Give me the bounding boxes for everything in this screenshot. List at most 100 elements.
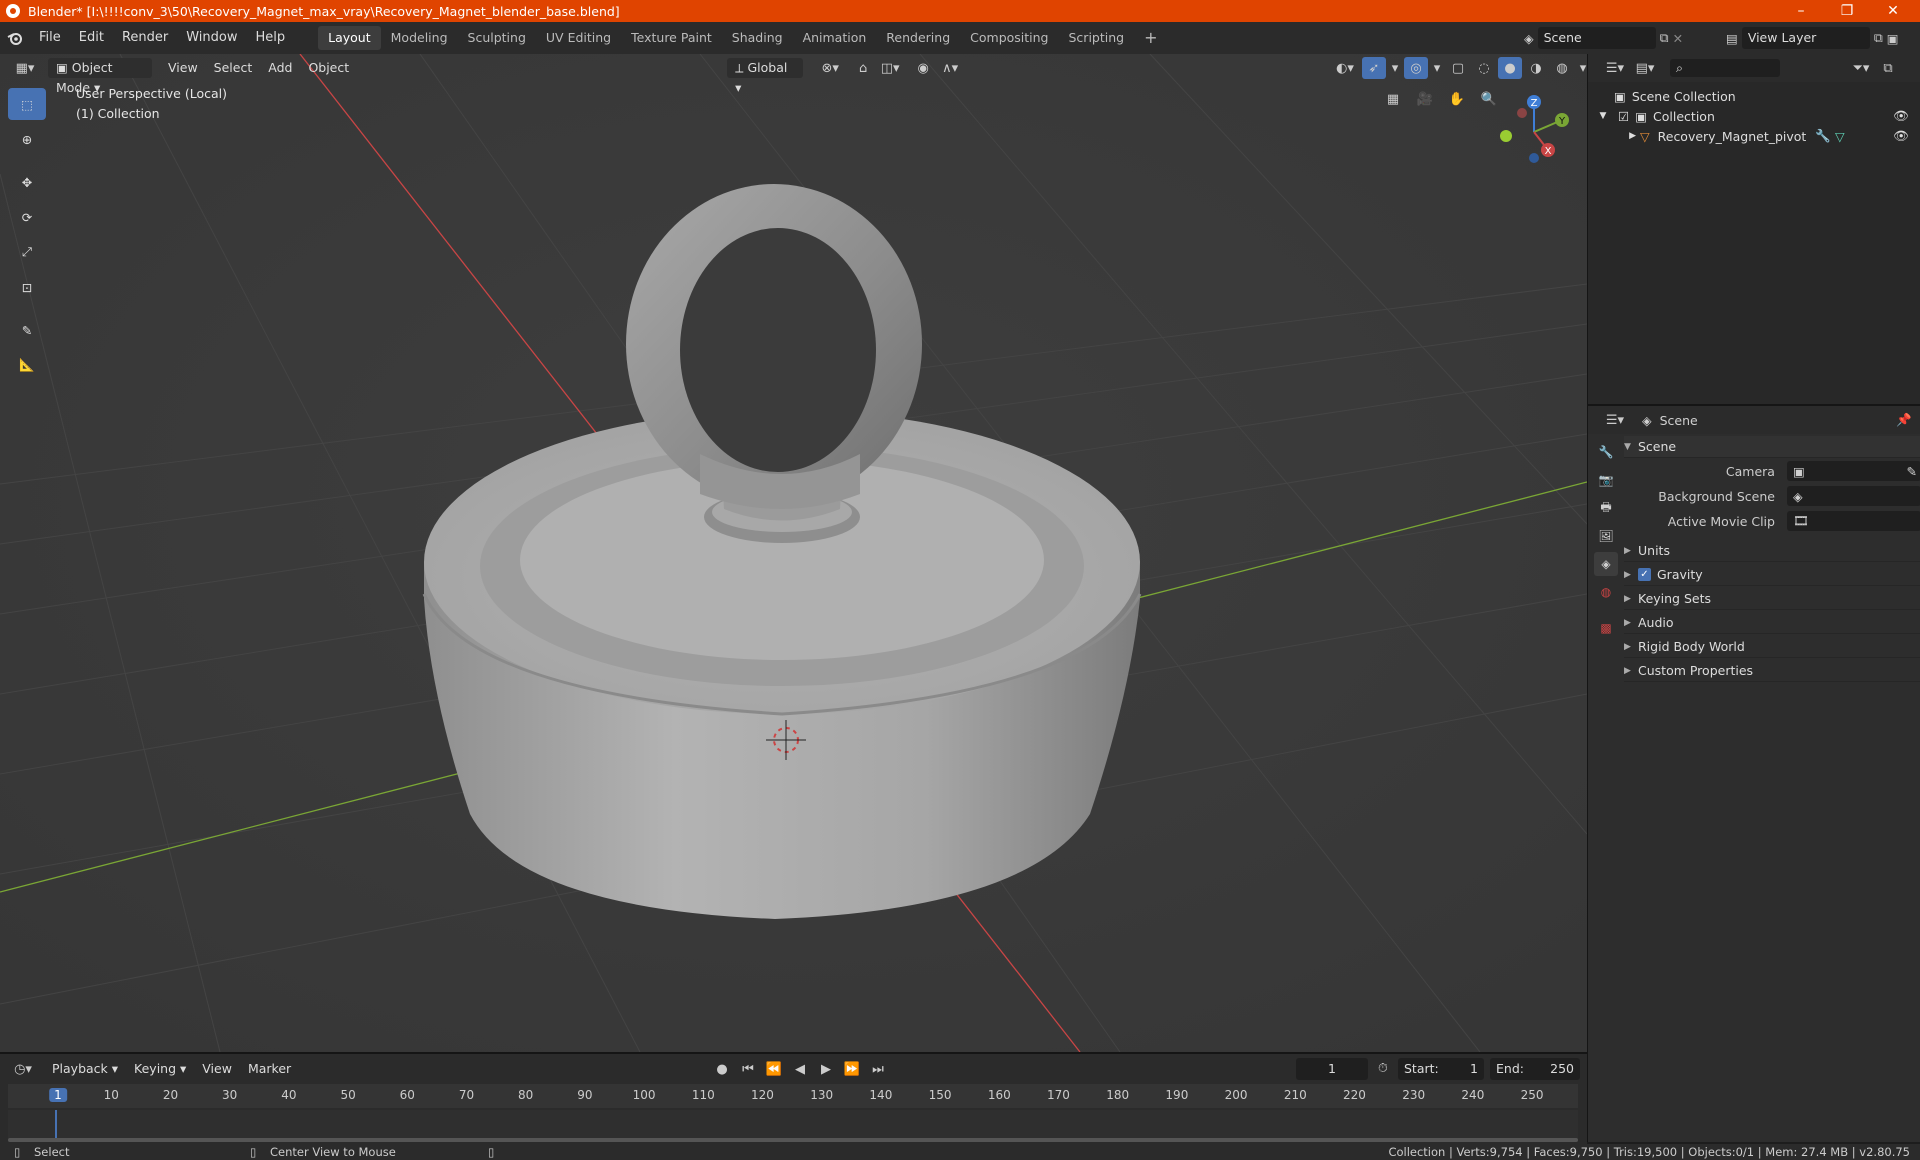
render-tab-icon[interactable]: 📷 — [1594, 468, 1618, 492]
scene-remove-icon[interactable]: ✕ — [1673, 31, 1683, 46]
tool-tab-icon[interactable]: 🔧 — [1594, 440, 1618, 464]
timeline-menu-view[interactable]: View — [194, 1059, 240, 1079]
collapse-arrow-icon[interactable]: ▼ — [1588, 111, 1618, 121]
panel-keying-sets[interactable]: ▶ Keying Sets — [1624, 588, 1920, 610]
tab-rendering[interactable]: Rendering — [876, 26, 960, 50]
panel-gravity[interactable]: ▶ ✓ Gravity — [1624, 564, 1920, 586]
overlays-dropdown-icon[interactable]: ▾ — [1430, 57, 1444, 79]
cursor-tool[interactable]: ⊕ — [8, 123, 46, 155]
timeline-menu-playback[interactable]: Playback ▾ — [44, 1059, 126, 1079]
stopwatch-icon[interactable]: ⏱ — [1378, 1060, 1388, 1076]
wireframe-shading-icon[interactable]: ◌ — [1472, 57, 1496, 79]
snap-target-icon[interactable]: ◫▾ — [875, 57, 905, 79]
annotate-tool[interactable]: ✎ — [8, 314, 46, 346]
tab-animation[interactable]: Animation — [793, 26, 877, 50]
mode-dropdown[interactable]: ▣ Object Mode ▾ — [48, 58, 152, 95]
gizmo-toggle-icon[interactable]: ➶ — [1362, 57, 1386, 79]
new-collection-icon[interactable]: ⧉ — [1876, 57, 1900, 79]
view-layer-field[interactable]: View Layer — [1741, 27, 1870, 49]
camera-icon[interactable]: 🎥 — [1412, 86, 1438, 112]
timeline-menu-marker[interactable]: Marker — [240, 1059, 299, 1079]
rotate-tool[interactable]: ⟳ — [8, 201, 46, 233]
gizmo-dropdown-icon[interactable]: ▾ — [1388, 57, 1402, 79]
visibility-icon[interactable]: ◐▾ — [1330, 57, 1360, 79]
add-workspace-button[interactable]: + — [1134, 26, 1167, 50]
scene-browse-icon[interactable]: ◈ — [1524, 31, 1534, 46]
view-layer-remove-icon[interactable]: ▣ — [1887, 31, 1899, 46]
measure-tool[interactable]: 📐 — [8, 349, 46, 381]
properties-editor-type-icon[interactable]: ☰▾ — [1600, 409, 1630, 431]
active-movie-clip-field[interactable]: 🎞 — [1786, 511, 1920, 531]
outliner-display-mode-icon[interactable]: ▤▾ — [1630, 57, 1660, 79]
frame-ruler[interactable]: 1 10 20 30 40 50 60 70 80 90 100 110 120 130 140 150 160… — [8, 1084, 1578, 1108]
prev-keyframe-icon[interactable]: ⏪ — [762, 1058, 786, 1080]
pin-icon[interactable]: 📌 — [1896, 412, 1912, 428]
transform-orientation-dropdown[interactable]: ⟂ Global ▾ — [727, 58, 804, 95]
outliner-row-object[interactable]: ▶ ▽ Recovery_Magnet_pivot 🔧 ▽ 👁 — [1588, 126, 1920, 146]
proportional-edit-icon[interactable]: ◉ — [911, 57, 935, 79]
record-icon[interactable]: ● — [710, 1058, 734, 1080]
overlays-icon[interactable]: ◎ — [1404, 57, 1428, 79]
modifier-wrench-icon[interactable]: 🔧 — [1815, 128, 1831, 144]
output-tab-icon[interactable]: 🖶 — [1594, 496, 1618, 520]
scene-tab-icon[interactable]: ◈ — [1594, 552, 1618, 576]
view-layer-new-icon[interactable]: ⧉ — [1874, 30, 1883, 46]
background-scene-field[interactable]: ◈ — [1786, 486, 1920, 506]
select-box-tool[interactable]: ⬚ — [8, 88, 46, 120]
object-eye-icon[interactable]: 👁 — [1893, 128, 1909, 144]
scale-tool[interactable]: ⤢ — [8, 236, 46, 268]
tab-sculpting[interactable]: Sculpting — [458, 26, 536, 50]
expand-arrow-icon[interactable]: ▶ — [1588, 131, 1636, 141]
outliner-row-scene-collection[interactable]: ▣ Scene Collection — [1588, 86, 1920, 106]
play-reverse-icon[interactable]: ◀ — [788, 1058, 812, 1080]
eye-icon[interactable]: 👁 — [1893, 108, 1909, 124]
timeline-scrollbar[interactable] — [8, 1138, 1578, 1142]
shading-dropdown-icon[interactable]: ▾ — [1576, 57, 1587, 79]
menu-file[interactable]: File — [30, 26, 70, 50]
pivot-point-icon[interactable]: ⊗▾ — [815, 57, 845, 79]
snap-icon[interactable]: ⌂ — [851, 57, 875, 79]
navigation-gizmo[interactable]: Z Y X — [1492, 90, 1572, 170]
xray-icon[interactable]: ▢ — [1446, 57, 1470, 79]
panel-rigid-body-world[interactable]: ▶ Rigid Body World — [1624, 636, 1920, 658]
menu-render[interactable]: Render — [113, 26, 177, 50]
tab-layout[interactable]: Layout — [318, 26, 381, 50]
toggle-camera-view-icon[interactable]: ▦ — [1380, 86, 1406, 112]
move-tool[interactable]: ✥ — [8, 166, 46, 198]
tab-uv-editing[interactable]: UV Editing — [536, 26, 621, 50]
scene-section-header[interactable]: ▼ Scene — [1624, 436, 1920, 458]
panel-units[interactable]: ▶ Units — [1624, 540, 1920, 562]
viewport-menu-select[interactable]: Select — [206, 58, 261, 78]
restore-button[interactable]: ❐ — [1824, 0, 1870, 22]
tab-shading[interactable]: Shading — [722, 26, 793, 50]
tab-texture-paint[interactable]: Texture Paint — [621, 26, 722, 50]
view-layer-tab-icon[interactable]: 🖼 — [1594, 524, 1618, 548]
rendered-shading-icon[interactable]: ◍ — [1550, 57, 1574, 79]
texture-tab-icon[interactable]: ▩ — [1594, 616, 1618, 640]
material-shading-icon[interactable]: ◑ — [1524, 57, 1548, 79]
mesh-data-icon[interactable]: ▽ — [1835, 129, 1845, 144]
end-frame-field[interactable]: End: 250 — [1490, 1058, 1580, 1080]
timeline-menu-keying[interactable]: Keying ▾ — [126, 1059, 194, 1079]
scene-new-icon[interactable]: ⧉ — [1660, 30, 1669, 46]
current-frame-field[interactable]: 1 — [1296, 1058, 1368, 1080]
filter-icon[interactable]: ⏷▾ — [1846, 57, 1876, 79]
view-layer-browse-icon[interactable]: ▤ — [1726, 31, 1738, 46]
menu-window[interactable]: Window — [177, 26, 246, 50]
tab-scripting[interactable]: Scripting — [1059, 26, 1135, 50]
start-frame-field[interactable]: Start: 1 — [1398, 1058, 1484, 1080]
solid-shading-icon[interactable]: ● — [1498, 57, 1522, 79]
viewport-menu-view[interactable]: View — [160, 58, 206, 78]
checkbox-icon[interactable]: ☑ — [1618, 109, 1629, 124]
outliner-editor-type-icon[interactable]: ☰▾ — [1600, 57, 1630, 79]
eyedropper-icon[interactable]: ✎ — [1907, 464, 1917, 479]
camera-field[interactable]: ▣ ✎ — [1786, 461, 1920, 481]
panel-custom-properties[interactable]: ▶ Custom Properties — [1624, 660, 1920, 682]
close-button[interactable]: ✕ — [1870, 0, 1916, 22]
panel-audio[interactable]: ▶ Audio — [1624, 612, 1920, 634]
menu-help[interactable]: Help — [247, 26, 295, 50]
tab-compositing[interactable]: Compositing — [960, 26, 1058, 50]
jump-start-icon[interactable]: ⏮ — [736, 1058, 760, 1080]
3d-viewport[interactable]: ▦▾ ▣ Object Mode ▾ View Select Add Objec… — [0, 54, 1587, 1052]
viewport-menu-object[interactable]: Object — [300, 58, 357, 78]
